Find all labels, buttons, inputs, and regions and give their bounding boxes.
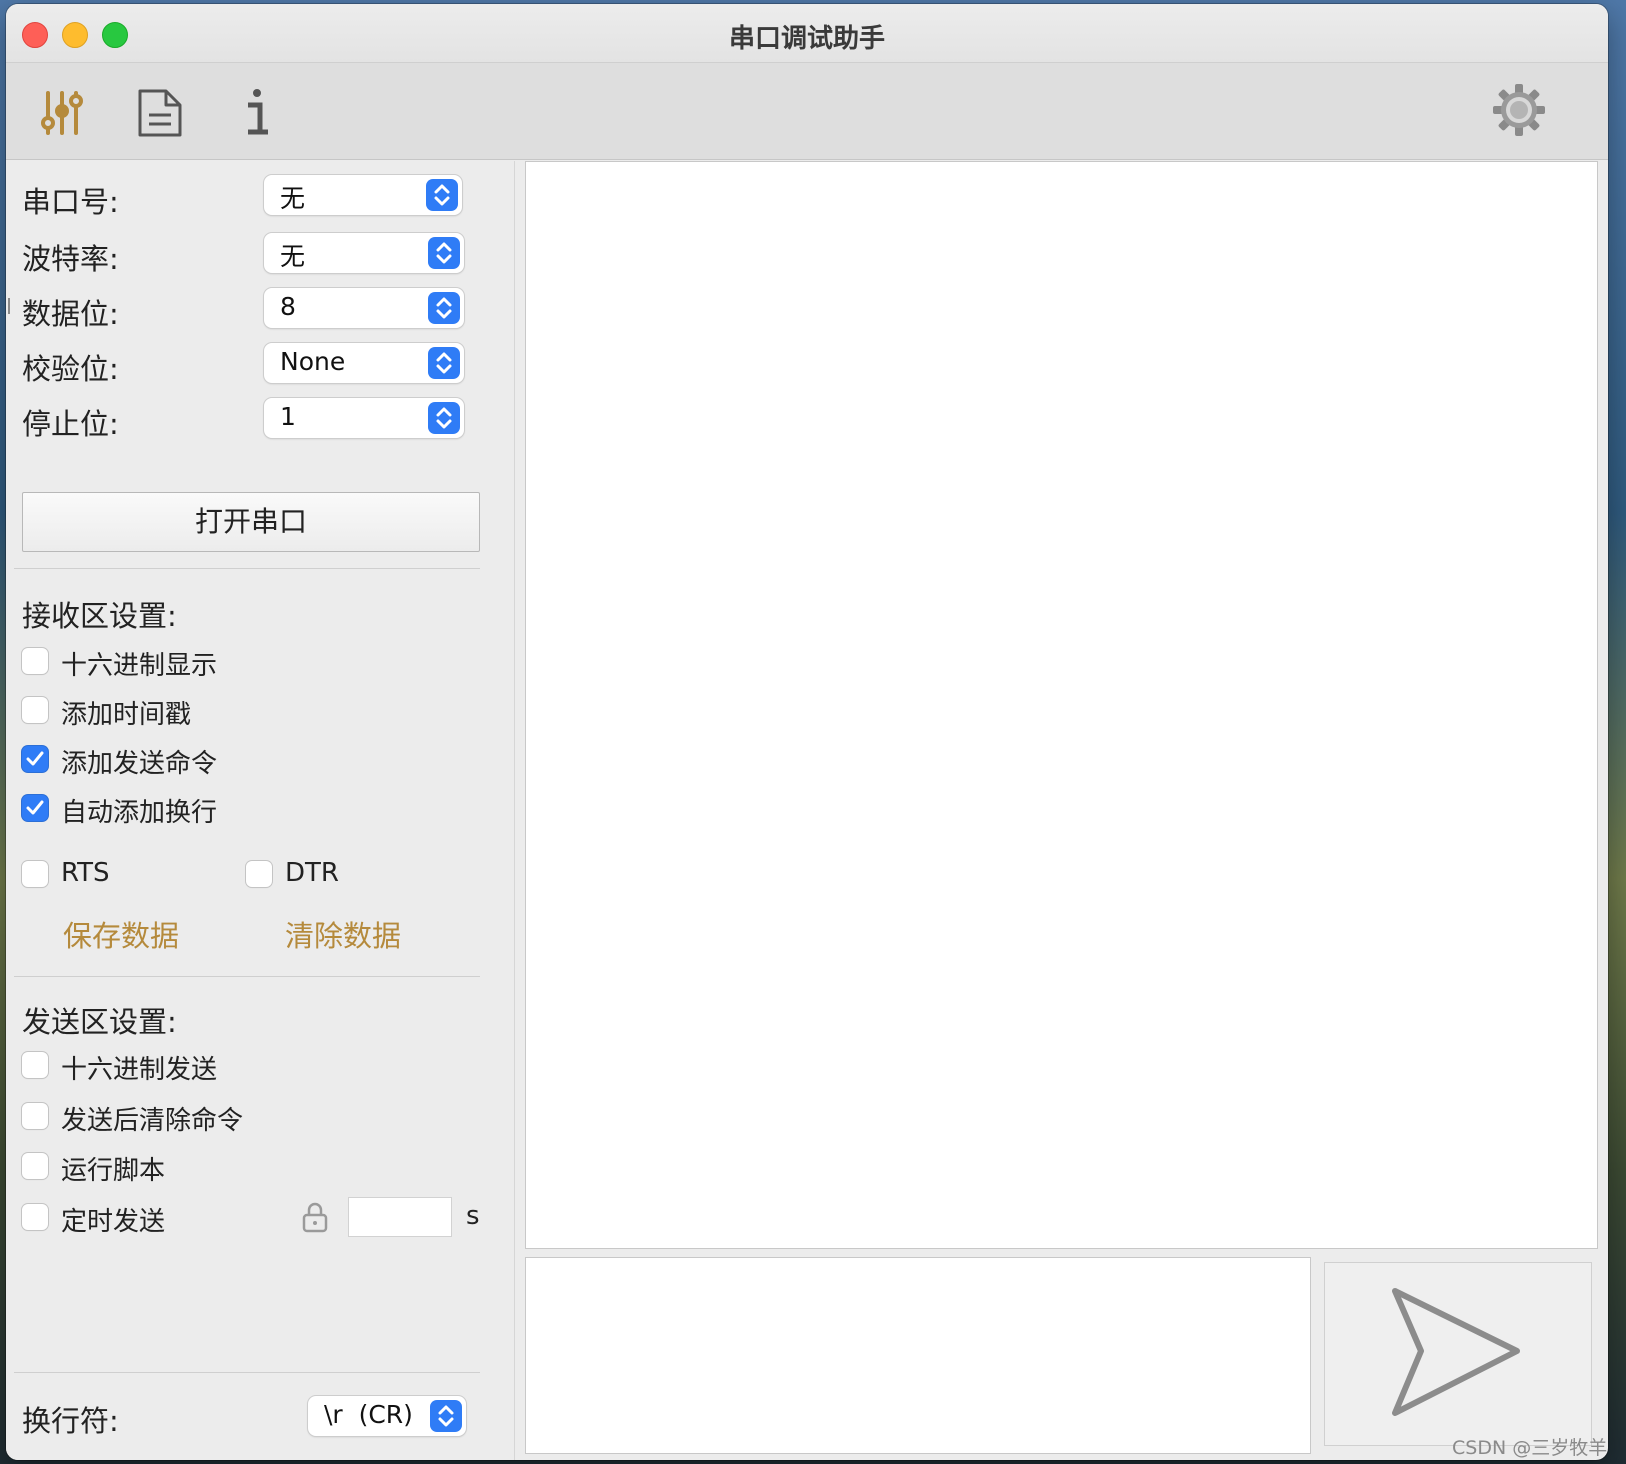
auto-newline-checkbox[interactable] (22, 795, 48, 821)
hex-send-label: 十六进制发送 (61, 1055, 218, 1085)
stepper-icon (428, 347, 460, 379)
timer-interval-input[interactable] (348, 1197, 452, 1237)
clear-data-link[interactable]: 清除数据 (285, 913, 401, 955)
parity-value: None (280, 347, 346, 376)
rts-checkbox[interactable] (22, 861, 48, 887)
clear-after-send-label: 发送后清除命令 (61, 1106, 244, 1136)
title-bar: 串口调试助手 (6, 4, 1608, 63)
document-icon[interactable] (136, 87, 184, 143)
stepper-icon (428, 402, 460, 434)
stop-bits-label: 停止位: (22, 407, 119, 441)
port-label: 串口号: (22, 185, 119, 219)
timestamp-label: 添加时间戳 (61, 700, 192, 730)
baud-label: 波特率: (22, 242, 119, 276)
echo-command-checkbox[interactable] (22, 746, 48, 772)
info-icon[interactable] (242, 87, 272, 141)
send-icon (1392, 1288, 1520, 1416)
timed-send-checkbox[interactable] (22, 1204, 48, 1230)
send-button[interactable] (1324, 1262, 1592, 1446)
receive-settings-heading: 接收区设置: (22, 599, 177, 633)
data-bits-value: 8 (280, 292, 296, 321)
auto-newline-label: 自动添加换行 (61, 798, 218, 828)
stop-bits-value: 1 (280, 402, 296, 431)
receive-textarea[interactable] (525, 161, 1598, 1249)
timed-send-label: 定时发送 (61, 1207, 166, 1237)
checkmark-icon (26, 800, 44, 815)
run-script-label: 运行脚本 (61, 1156, 166, 1186)
clear-after-send-checkbox[interactable] (22, 1103, 48, 1129)
line-ending-label: 换行符: (22, 1404, 119, 1438)
baud-value: 无 (280, 242, 306, 271)
lock-icon[interactable] (302, 1201, 328, 1237)
stepper-icon (428, 237, 460, 269)
stepper-icon (428, 292, 460, 324)
data-bits-label: 数据位: (22, 297, 119, 331)
line-ending-select[interactable]: \r (CR) (308, 1396, 466, 1436)
hex-send-checkbox[interactable] (22, 1052, 48, 1078)
port-value: 无 (280, 184, 306, 213)
port-select[interactable]: 无 (264, 175, 462, 215)
divider (14, 568, 480, 569)
stepper-icon (430, 1400, 462, 1432)
baud-select[interactable]: 无 (264, 233, 464, 273)
echo-command-label: 添加发送命令 (61, 749, 218, 779)
dtr-label: DTR (285, 858, 339, 888)
toolbar (6, 63, 1608, 160)
timestamp-checkbox[interactable] (22, 697, 48, 723)
hex-display-checkbox[interactable] (22, 648, 48, 674)
gear-icon[interactable] (1492, 83, 1546, 141)
settings-sidebar: 串口号: 无 波特率: 无 数据位: 8 校验位: None 停止位: 1 打开… (6, 161, 515, 1460)
save-data-link[interactable]: 保存数据 (63, 913, 179, 955)
divider (14, 1372, 480, 1373)
parity-select[interactable]: None (264, 343, 464, 383)
app-window: 串口调试助手 串口号: 无 波特率: 无 数据位: 8 校验位: None 停止… (6, 4, 1608, 1460)
stepper-icon (426, 179, 458, 211)
stop-bits-select[interactable]: 1 (264, 398, 464, 438)
run-script-checkbox[interactable] (22, 1153, 48, 1179)
resize-handle[interactable] (8, 298, 10, 314)
line-ending-value: \r (CR) (324, 1400, 413, 1429)
watermark: CSDN @三岁牧羊 (1452, 1437, 1608, 1459)
dtr-checkbox[interactable] (246, 861, 272, 887)
send-settings-heading: 发送区设置: (22, 1005, 177, 1039)
hex-display-label: 十六进制显示 (61, 651, 218, 681)
send-input[interactable] (525, 1257, 1311, 1454)
rts-label: RTS (61, 858, 110, 888)
sliders-icon[interactable] (38, 89, 86, 141)
timer-unit-label: s (466, 1201, 480, 1231)
open-port-button[interactable]: 打开串口 (22, 492, 480, 552)
divider (14, 976, 480, 977)
data-bits-select[interactable]: 8 (264, 288, 464, 328)
parity-label: 校验位: (22, 352, 119, 386)
checkmark-icon (26, 751, 44, 766)
window-title: 串口调试助手 (728, 24, 885, 54)
